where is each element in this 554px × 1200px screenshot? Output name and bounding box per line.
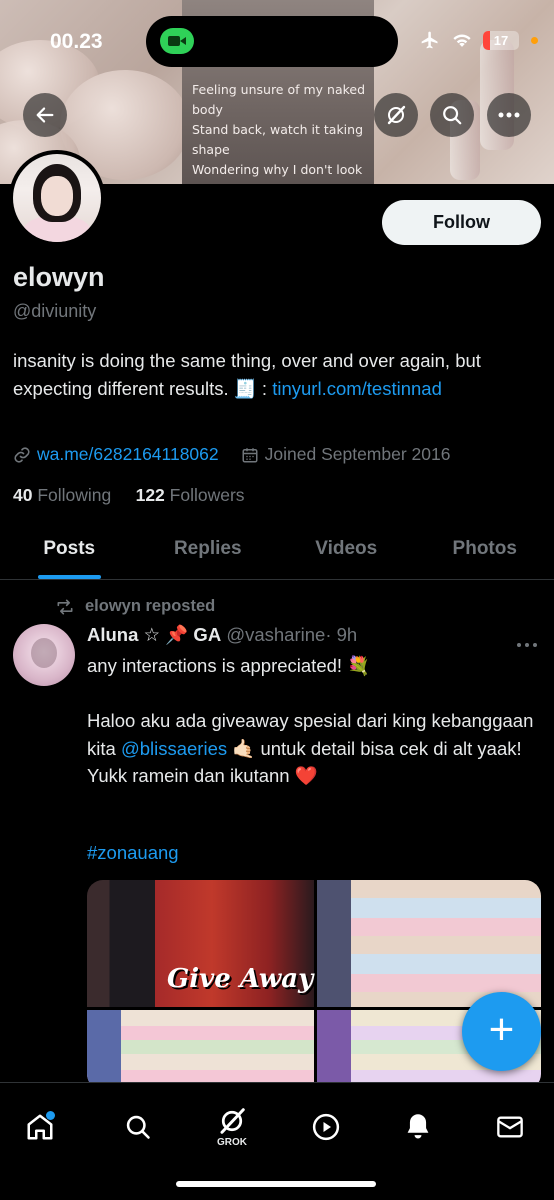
bio-link[interactable]: tinyurl.com/testinnad: [272, 378, 442, 399]
more-options-button[interactable]: [487, 93, 531, 137]
lyric-line: Wondering why I don't look: [192, 162, 363, 177]
search-icon: [443, 106, 462, 125]
profile-avatar[interactable]: [9, 150, 105, 246]
status-time: 00.23: [50, 30, 103, 53]
post-header: Aluna ☆ 📌 GA @vasharine· 9h: [87, 624, 357, 646]
banner-lyrics: Feeling unsure of my naked body Stand ba…: [192, 80, 372, 180]
post-hashtag[interactable]: #zonauang: [87, 842, 179, 864]
profile-handle: @diviunity: [13, 301, 97, 321]
mail-icon: [497, 1116, 523, 1138]
wifi-icon: [453, 34, 471, 47]
grok-label: GROK: [217, 1137, 247, 1148]
profile-counts: 40 Following 122 Followers: [13, 485, 245, 506]
nav-video[interactable]: [296, 1097, 356, 1157]
profile-website[interactable]: wa.me/6282164118062: [13, 444, 219, 465]
profile-joined: Joined September 2016: [241, 444, 451, 465]
profile-tabs: Posts Replies Videos Photos: [0, 520, 554, 580]
profile-bio: insanity is doing the same thing, over a…: [13, 347, 543, 403]
battery-level: 17: [493, 32, 509, 48]
lyric-line: Feeling unsure of my naked: [192, 82, 366, 97]
media-image-2[interactable]: [317, 880, 541, 1007]
post-mention[interactable]: @blissaeries: [121, 738, 227, 759]
followers-label: Followers: [169, 485, 245, 505]
joined-date: Joined September 2016: [264, 444, 451, 464]
facetime-camera-icon: [160, 28, 194, 54]
post-time: · 9h: [325, 624, 358, 645]
home-notification-dot: [46, 1111, 55, 1120]
nav-notifications[interactable]: [388, 1097, 448, 1157]
grok-icon: [387, 105, 406, 125]
lyric-line: shape: [192, 142, 230, 157]
website-link[interactable]: wa.me/6282164118062: [37, 444, 219, 465]
dynamic-island: [146, 16, 398, 67]
bell-icon: [407, 1114, 429, 1139]
compose-button[interactable]: +: [462, 992, 541, 1071]
follow-button[interactable]: Follow: [382, 200, 541, 245]
more-horizontal-icon: [498, 112, 520, 118]
lyric-line: Stand back, watch it taking: [192, 122, 364, 137]
media-image-1[interactable]: Give Away: [87, 880, 314, 1007]
tab-posts[interactable]: Posts: [0, 520, 139, 579]
following-label: Following: [37, 485, 112, 505]
tab-videos[interactable]: Videos: [277, 520, 416, 579]
following-link[interactable]: 40 Following: [13, 485, 111, 505]
profile-meta: wa.me/6282164118062 Joined September 201…: [13, 444, 472, 465]
post-text: any interactions is appreciated! 💐 Haloo…: [87, 652, 537, 790]
following-count: 40: [13, 485, 33, 505]
media-image-3[interactable]: [87, 1010, 314, 1090]
post-author-name[interactable]: Aluna ☆ 📌 GA: [87, 624, 221, 645]
back-button[interactable]: [23, 93, 67, 137]
privacy-indicator-dot: [531, 36, 538, 44]
avatar-image: [13, 154, 101, 242]
repost-label: elowyn reposted: [85, 597, 216, 615]
play-circle-icon: [312, 1113, 340, 1141]
more-horizontal-icon: [517, 643, 537, 647]
status-icons: 17: [419, 30, 538, 50]
nav-search[interactable]: [108, 1097, 168, 1157]
calendar-icon: [242, 447, 258, 462]
tab-photos[interactable]: Photos: [416, 520, 554, 579]
repost-indicator: elowyn reposted: [55, 597, 215, 616]
media-overlay-text: Give Away: [167, 964, 314, 994]
profile-name: elowyn: [13, 262, 105, 292]
followers-link[interactable]: 122 Followers: [136, 485, 245, 505]
post-more-button[interactable]: [516, 632, 538, 653]
avatar-face: [41, 176, 73, 216]
battery-indicator: 17: [483, 30, 519, 50]
airplane-icon: [421, 31, 438, 49]
arrow-left-icon: [36, 107, 54, 123]
followers-count: 122: [135, 485, 165, 505]
nav-home[interactable]: [10, 1097, 70, 1157]
link-icon: [14, 446, 30, 463]
tab-replies[interactable]: Replies: [139, 520, 278, 579]
post-author-avatar[interactable]: [13, 624, 75, 686]
grok-button[interactable]: [374, 93, 418, 137]
post-author-handle[interactable]: @vasharine: [226, 624, 325, 645]
nav-messages[interactable]: [480, 1097, 540, 1157]
search-icon: [126, 1115, 150, 1139]
repost-icon: [57, 598, 73, 614]
home-indicator: [176, 1181, 376, 1187]
grok-icon: [220, 1108, 245, 1134]
search-button[interactable]: [430, 93, 474, 137]
nav-grok[interactable]: GROK: [202, 1097, 262, 1157]
lyric-line: body: [192, 102, 223, 117]
status-bar: 00.23 17: [0, 0, 554, 80]
